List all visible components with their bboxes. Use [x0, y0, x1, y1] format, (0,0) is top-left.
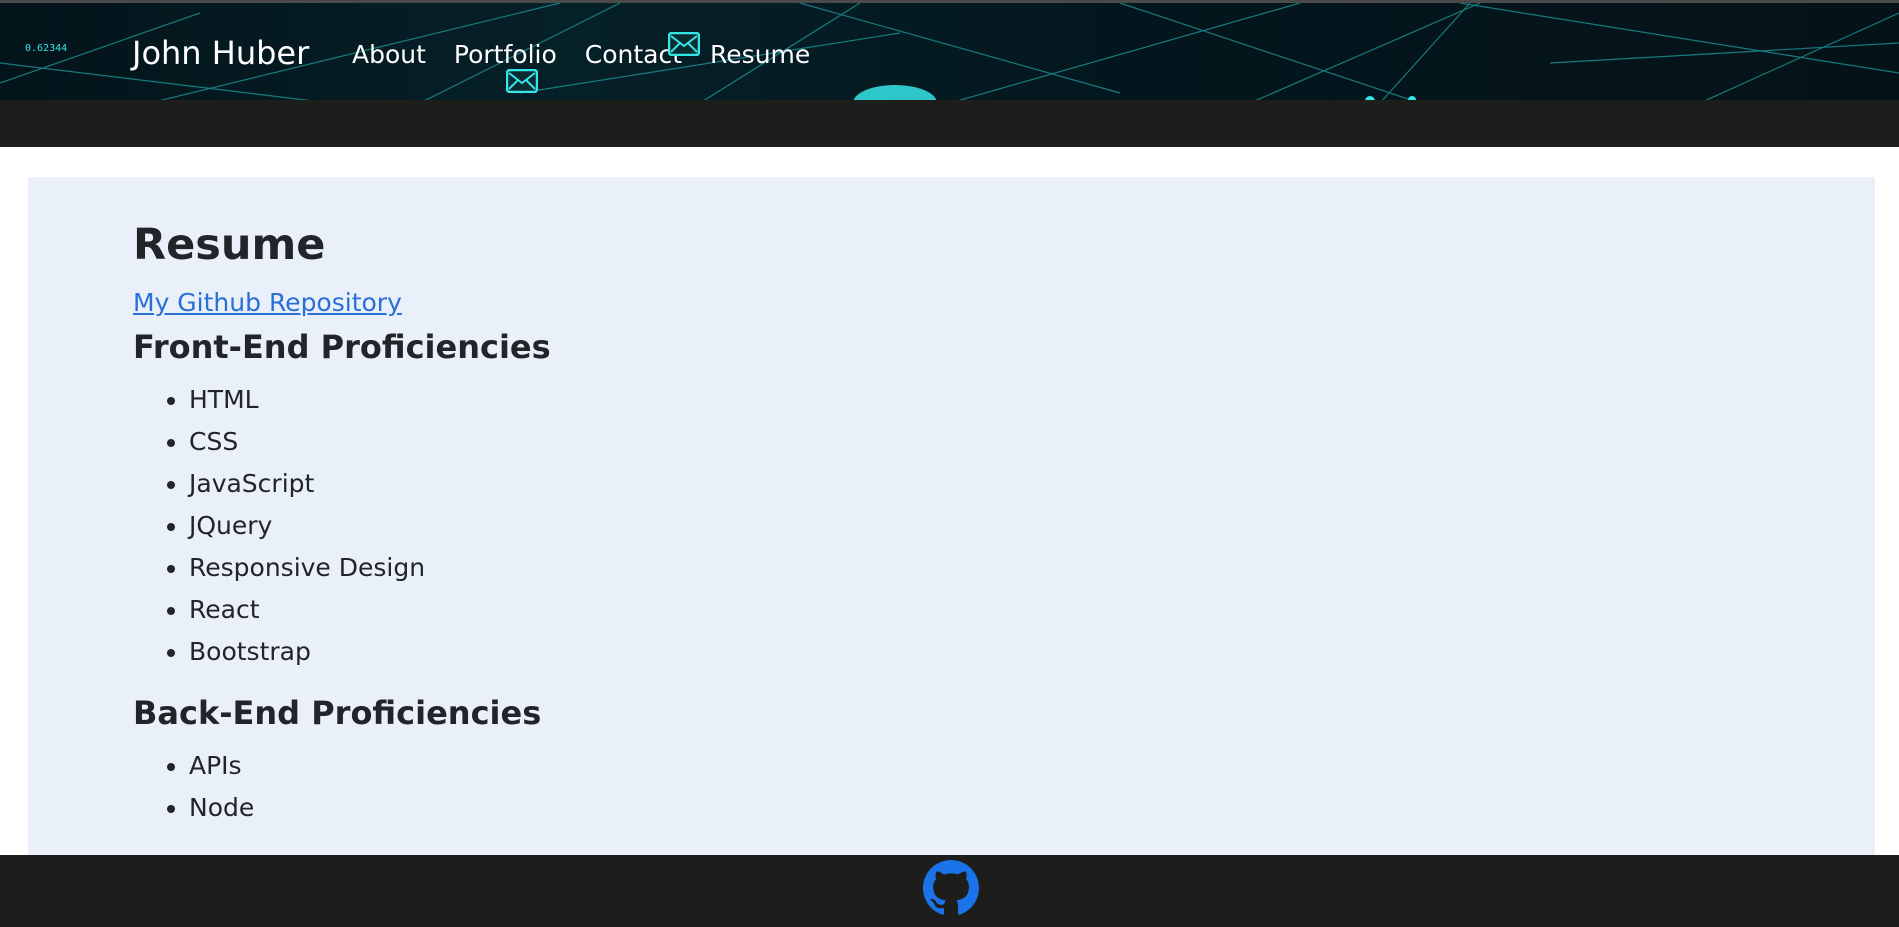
front-end-list: HTML CSS JavaScript JQuery Responsive De… — [133, 379, 551, 673]
list-item: Responsive Design — [189, 547, 551, 589]
list-item: Bootstrap — [189, 631, 551, 673]
resume-section: Resume My Github Repository Front-End Pr… — [28, 177, 1875, 857]
list-item: Node — [189, 787, 551, 829]
github-repo-link[interactable]: My Github Repository — [133, 287, 551, 319]
back-end-heading: Back-End Proficiencies — [133, 694, 542, 732]
mail-icon — [506, 69, 538, 93]
list-item: CSS — [189, 421, 551, 463]
header-banner: 0.62344 John Huber About Portfolio Conta… — [0, 0, 1899, 100]
nav-portfolio[interactable]: Portfolio — [454, 39, 557, 71]
nav-about[interactable]: About — [352, 39, 426, 71]
header-subbar — [0, 100, 1899, 147]
resume-content: Resume My Github Repository Front-End Pr… — [133, 217, 551, 829]
list-item: APIs — [189, 745, 551, 787]
back-end-list: APIs Node — [133, 745, 551, 829]
counter-readout: 0.62344 — [25, 43, 68, 54]
mail-icon — [668, 32, 700, 56]
list-item: JQuery — [189, 505, 551, 547]
nav-resume[interactable]: Resume — [710, 39, 810, 71]
list-item: React — [189, 589, 551, 631]
github-icon[interactable] — [923, 860, 979, 916]
main-nav: About Portfolio Contact Resume — [352, 39, 838, 71]
brand-name[interactable]: John Huber — [132, 33, 309, 73]
front-end-heading: Front-End Proficiencies — [133, 328, 551, 366]
page-title: Resume — [133, 220, 326, 270]
list-item: HTML — [189, 379, 551, 421]
list-item: JavaScript — [189, 463, 551, 505]
